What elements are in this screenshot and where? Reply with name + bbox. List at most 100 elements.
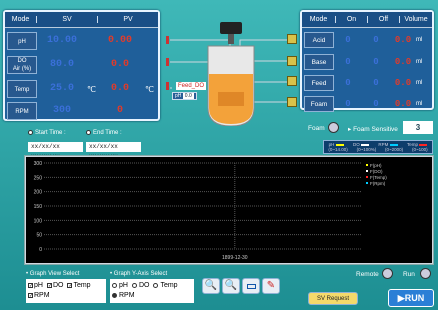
- sensor-row: DO Air (%) 80.0 0.0: [7, 56, 156, 74]
- clock-icon: [28, 130, 33, 135]
- header-off: Off: [368, 16, 400, 23]
- zoom-out-button[interactable]: 🔍: [222, 278, 240, 294]
- pump-off-value[interactable]: 0: [362, 35, 390, 45]
- foam-sensitive-label: ▸ Foam Sensitive: [348, 126, 398, 133]
- series-legend-marker: [366, 170, 368, 172]
- start-time-value: xx/xx/xx xx:xx:xx: [28, 142, 83, 160]
- pump-feed-icon[interactable]: [287, 76, 297, 86]
- pump-mode-label: Feed: [304, 75, 334, 91]
- header-volume: Volume: [404, 16, 428, 23]
- zoom-in-icon: 🔍: [204, 280, 218, 291]
- pump-panel: Mode On Off Volume Acid 0 0 0.0 ml Base 0…: [300, 10, 434, 112]
- vessel-diagram: [166, 22, 287, 126]
- sv-request-button[interactable]: SV Request: [308, 292, 358, 305]
- start-time-label: Start Time :: [28, 130, 66, 136]
- remote-toggle[interactable]: [382, 268, 393, 279]
- sv-value[interactable]: 25.0: [37, 80, 87, 98]
- end-time-value: xx/xx/xx xx:xx:xx: [86, 142, 141, 160]
- run-indicator[interactable]: [420, 268, 431, 279]
- sv-value[interactable]: 10.00: [37, 32, 87, 50]
- pump-off-value[interactable]: 0: [362, 57, 390, 67]
- sensor-mode-label: RPM: [7, 102, 37, 120]
- pump-mode-label: Acid: [304, 32, 334, 48]
- x-tick-label: 1899-12-30: [222, 255, 248, 261]
- pv-value: 0.0: [110, 83, 129, 94]
- motor-icon: [220, 22, 242, 34]
- pv-value: 0.00: [107, 35, 132, 46]
- y-tick-label: 250: [34, 175, 43, 181]
- sensor-mode-label: Temp: [7, 80, 37, 98]
- pump-foam-icon[interactable]: [287, 97, 297, 107]
- run-button[interactable]: ▶RUN: [388, 289, 434, 307]
- graph-view-checkbox[interactable]: ✓pH: [28, 282, 43, 289]
- ph-swatch: [335, 144, 344, 146]
- series-legend-label: F(DO): [370, 169, 383, 174]
- y-axis-radio[interactable]: RPM: [112, 292, 135, 299]
- graph-view-box: ✓pH ✓DO ✓Temp ✓RPM: [26, 279, 106, 303]
- sensor-header: Mode SV PV: [5, 12, 158, 28]
- pv-value: 0: [116, 105, 123, 116]
- pump-volume-unit: ml: [416, 101, 423, 107]
- probe-icon: [166, 58, 169, 66]
- clock-icon: [86, 130, 91, 135]
- foam-sensitive-value[interactable]: 3: [403, 121, 433, 134]
- pump-mode-label: Foam: [304, 96, 334, 112]
- zoom-in-button[interactable]: 🔍: [202, 278, 220, 294]
- pump-off-value[interactable]: 0: [362, 78, 390, 88]
- series-legend-label: F(Temp): [370, 175, 387, 180]
- pump-acid-icon[interactable]: [287, 34, 297, 44]
- rectangle-icon: [247, 284, 256, 289]
- header-sv: SV: [37, 16, 98, 23]
- y-axis-radio[interactable]: pH: [112, 282, 128, 289]
- y-axis-radio[interactable]: Temp: [153, 282, 178, 289]
- end-time-label: End Time :: [86, 130, 122, 136]
- y-tick-label: 100: [34, 218, 43, 224]
- zoom-out-icon: 🔍: [224, 280, 238, 291]
- sensor-mode-label: pH: [7, 32, 37, 50]
- temp-swatch: [419, 144, 428, 146]
- probe-icon: [166, 36, 169, 44]
- pump-on-value[interactable]: 0: [334, 57, 362, 67]
- rpm-swatch: [389, 144, 398, 146]
- sv-value[interactable]: 300: [37, 102, 87, 120]
- sv-value[interactable]: 80.0: [37, 56, 87, 74]
- trend-chart: 3002502001501005001899-12-30F(pH)F(DO)F(…: [26, 157, 432, 263]
- pump-base-icon[interactable]: [287, 56, 297, 66]
- pump-on-value[interactable]: 0: [334, 35, 362, 45]
- pump-row: Foam 0 0 0.0 ml: [304, 96, 430, 112]
- y-tick-label: 0: [39, 247, 42, 253]
- reset-button[interactable]: [242, 278, 260, 294]
- graph-view-checkbox[interactable]: ✓RPM: [28, 292, 50, 299]
- y-axis-label: • Graph Y-Axis Select: [110, 271, 168, 277]
- pump-off-value[interactable]: 0: [362, 99, 390, 109]
- pump-on-value[interactable]: 0: [334, 99, 362, 109]
- series-legend-marker: [366, 176, 368, 178]
- pump-volume-value: 0.0: [394, 99, 412, 109]
- pump-mode-label: Base: [304, 54, 334, 70]
- chart-legend: pH DO RPM Temp (0~14.00) (0~100%) (0~200…: [323, 140, 433, 154]
- pump-volume-value: 0.0: [394, 57, 412, 67]
- y-tick-label: 200: [34, 190, 43, 196]
- remote-label: Remote: [356, 271, 379, 278]
- y-tick-label: 150: [34, 204, 43, 210]
- pump-volume-unit: ml: [416, 59, 423, 65]
- pump-on-value[interactable]: 0: [334, 78, 362, 88]
- vessel-ph-readout: pH 0.0: [172, 92, 197, 100]
- run-label: Run: [403, 271, 415, 278]
- graph-view-checkbox[interactable]: ✓Temp: [67, 282, 91, 289]
- marker-button[interactable]: ✎: [262, 278, 280, 294]
- series-legend-marker: [366, 182, 368, 184]
- pen-icon: ✎: [266, 280, 276, 291]
- graph-view-checkbox[interactable]: ✓DO: [46, 282, 63, 289]
- pump-volume-value: 0.0: [394, 35, 412, 45]
- probe-icon: [166, 82, 169, 90]
- foam-label: Foam: [308, 125, 325, 132]
- sensor-row: Temp 25.0 ℃ 0.0 ℃: [7, 80, 156, 98]
- sensor-mode-label: DO Air (%): [7, 56, 37, 74]
- y-axis-box: pH DO Temp RPM: [110, 279, 194, 303]
- pump-header: Mode On Off Volume: [302, 12, 432, 28]
- graph-view-label: • Graph View Select: [26, 271, 80, 277]
- header-mode: Mode: [302, 16, 336, 23]
- y-axis-radio[interactable]: DO: [131, 282, 149, 289]
- sensor-row: pH 10.00 0.00: [7, 32, 156, 50]
